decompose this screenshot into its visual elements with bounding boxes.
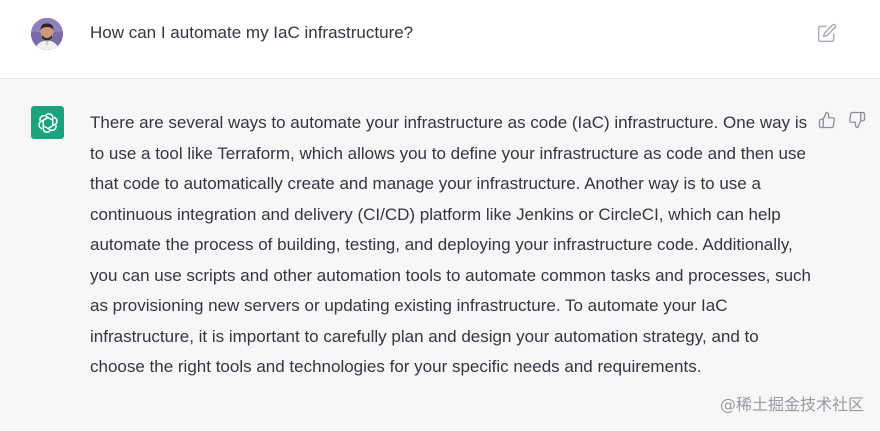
user-message-text: How can I automate my IaC infrastructure…	[90, 23, 414, 42]
user-avatar	[31, 18, 63, 50]
assistant-message-text: There are several ways to automate your …	[90, 113, 811, 376]
edit-button[interactable]	[817, 23, 837, 43]
thumbs-up-button[interactable]	[818, 111, 836, 129]
user-message-row: How can I automate my IaC infrastructure…	[0, 0, 880, 79]
edit-icon	[817, 23, 837, 43]
openai-logo-icon	[37, 112, 58, 133]
assistant-message-row: There are several ways to automate your …	[0, 79, 880, 431]
thumbs-up-icon	[818, 111, 835, 129]
watermark: @稀土掘金技术社区	[719, 395, 864, 414]
thumbs-down-icon	[849, 111, 866, 129]
user-avatar-icon	[31, 18, 63, 50]
thumbs-down-button[interactable]	[848, 111, 866, 129]
assistant-avatar	[31, 106, 64, 139]
